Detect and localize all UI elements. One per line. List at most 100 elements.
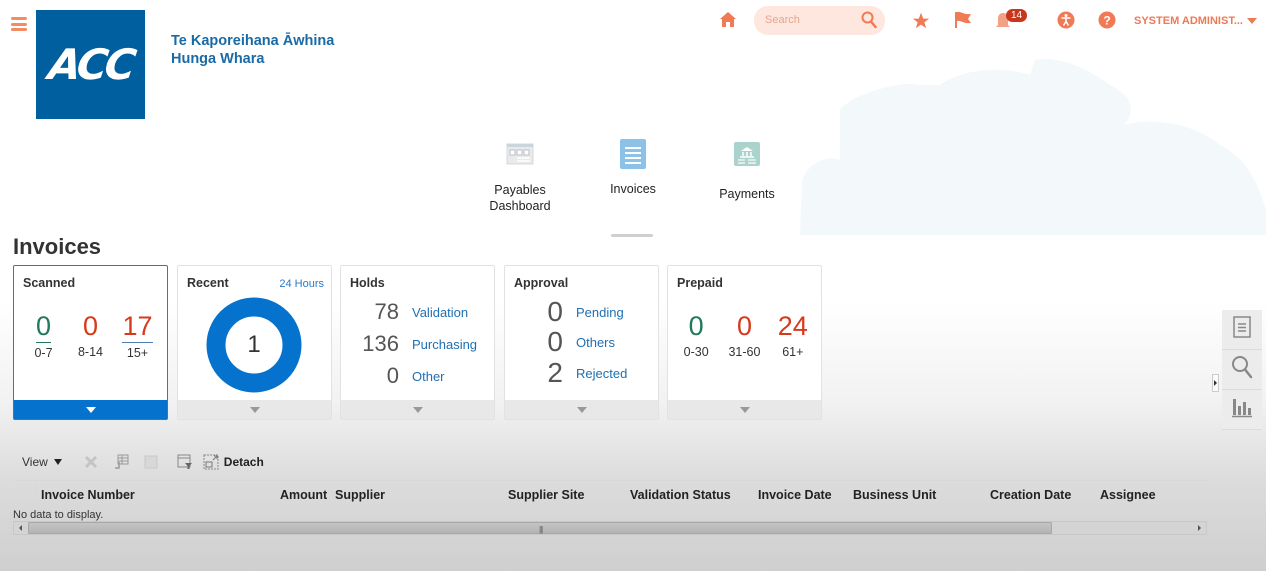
detach-icon[interactable] xyxy=(202,453,220,471)
bucket-value[interactable]: 0 xyxy=(737,310,752,342)
column-header[interactable]: Assignee xyxy=(1100,488,1156,502)
nav-label-line1: Invoices xyxy=(610,182,656,196)
table-header: Invoice Number Amount Supplier Supplier … xyxy=(13,480,1207,507)
chevron-down-icon xyxy=(249,406,260,413)
row-link[interactable]: Purchasing xyxy=(412,337,477,352)
card-recent[interactable]: Recent 24 Hours 1 xyxy=(177,265,332,420)
column-header[interactable]: Amount xyxy=(280,488,327,502)
scroll-right-icon[interactable] xyxy=(1198,525,1201,531)
nav-label-line2: Dashboard xyxy=(489,199,551,213)
bucket-value[interactable]: 0 xyxy=(83,310,98,342)
age-bucket[interactable]: 24 61+ xyxy=(771,310,815,359)
row-value: 2 xyxy=(547,357,563,388)
page-title: Invoices xyxy=(13,234,102,259)
reports-button[interactable] xyxy=(1222,390,1262,430)
nav-payables-dashboard[interactable]: Payables Dashboard xyxy=(480,140,560,214)
scroll-left-icon[interactable] xyxy=(19,525,22,531)
menu-icon[interactable] xyxy=(11,17,27,31)
detach-button[interactable]: Detach xyxy=(224,455,264,469)
row-value: 78 xyxy=(374,299,399,324)
svg-text:?: ? xyxy=(1103,14,1110,28)
freeze-columns-icon[interactable] xyxy=(112,453,130,471)
tasks-button[interactable] xyxy=(1222,310,1262,350)
background-cloud-decoration xyxy=(800,59,1266,235)
view-menu-button[interactable]: View xyxy=(22,455,62,469)
logo-text: ACC xyxy=(45,40,136,89)
card-title: Prepaid xyxy=(677,276,723,290)
approval-row[interactable]: 0 Pending xyxy=(505,296,658,327)
chevron-down-icon xyxy=(739,406,750,413)
bucket-label: 0-30 xyxy=(683,345,709,359)
horizontal-scrollbar[interactable]: ||| xyxy=(13,521,1207,535)
card-expand-button[interactable] xyxy=(178,400,331,419)
delete-icon[interactable] xyxy=(82,453,100,471)
card-title: Scanned xyxy=(23,276,76,290)
accessibility-icon[interactable] xyxy=(1057,11,1075,34)
search-icon xyxy=(1231,355,1253,384)
card-prepaid[interactable]: Prepaid 0 0-30 0 31-60 24 61+ xyxy=(667,265,822,420)
column-header[interactable]: Supplier xyxy=(335,488,385,502)
holds-row[interactable]: 78 Validation xyxy=(341,297,494,327)
bucket-label: 8-14 xyxy=(77,345,104,359)
age-bucket[interactable]: 0 0-7 xyxy=(22,310,66,360)
column-header[interactable]: Validation Status xyxy=(630,488,731,502)
card-expand-button[interactable] xyxy=(14,400,167,419)
column-header[interactable]: Business Unit xyxy=(853,488,936,502)
side-panel xyxy=(1222,310,1262,430)
card-expand-button[interactable] xyxy=(668,400,821,419)
age-bucket[interactable]: 0 0-30 xyxy=(674,310,718,359)
column-header[interactable]: Creation Date xyxy=(990,488,1071,502)
search-panel-button[interactable] xyxy=(1222,350,1262,390)
column-header[interactable]: Invoice Date xyxy=(758,488,832,502)
search-icon[interactable] xyxy=(861,11,877,34)
scrollbar-thumb[interactable]: ||| xyxy=(28,522,1052,534)
flag-icon[interactable] xyxy=(954,11,973,34)
search-input[interactable] xyxy=(765,14,855,26)
help-icon[interactable]: ? xyxy=(1098,11,1116,34)
nav-invoices[interactable]: Invoices xyxy=(593,138,673,197)
acc-logo[interactable]: ACC xyxy=(36,10,145,119)
row-link[interactable]: Pending xyxy=(576,305,624,320)
card-expand-button[interactable] xyxy=(505,400,658,419)
user-name: SYSTEM ADMINIST... xyxy=(1134,15,1243,27)
brand-line-2: Hunga Whara xyxy=(171,51,265,67)
chevron-down-icon xyxy=(53,459,62,465)
holds-row[interactable]: 136 Purchasing xyxy=(341,329,494,359)
row-link[interactable]: Other xyxy=(412,369,445,384)
bucket-label: 15+ xyxy=(126,346,149,360)
nav-payments[interactable]: Payments xyxy=(707,141,787,202)
card-expand-button[interactable] xyxy=(341,400,494,419)
row-link[interactable]: Validation xyxy=(412,305,468,320)
approval-row[interactable]: 0 Others xyxy=(505,326,658,357)
home-icon[interactable] xyxy=(719,11,737,33)
card-scanned[interactable]: Scanned 0 0-7 0 8-14 17 15+ xyxy=(13,265,168,420)
bucket-value[interactable]: 0 xyxy=(689,310,704,342)
age-bucket[interactable]: 0 8-14 xyxy=(69,310,113,360)
card-holds[interactable]: Holds 78 Validation 136 Purchasing 0 Oth… xyxy=(340,265,495,420)
holds-row[interactable]: 0 Other xyxy=(341,361,494,391)
bucket-value[interactable]: 17 xyxy=(122,310,153,343)
column-header[interactable]: Invoice Number xyxy=(41,488,135,502)
bucket-value[interactable]: 0 xyxy=(35,310,52,343)
side-panel-toggle[interactable] xyxy=(1212,374,1219,392)
wrap-icon[interactable] xyxy=(142,453,160,471)
query-by-example-icon[interactable] xyxy=(176,453,194,471)
approval-row[interactable]: 2 Rejected xyxy=(505,357,658,388)
brand-line-1: Te Kaporeihana Āwhina xyxy=(171,33,335,49)
period-link[interactable]: 24 Hours xyxy=(279,278,324,290)
global-search[interactable] xyxy=(754,6,885,35)
age-bucket[interactable]: 17 15+ xyxy=(116,310,160,360)
card-approval[interactable]: Approval 0 Pending 0 Others 2 Rejected xyxy=(504,265,659,420)
nav-scroll-indicator[interactable] xyxy=(611,234,653,237)
age-bucket[interactable]: 0 31-60 xyxy=(722,310,766,359)
row-link[interactable]: Rejected xyxy=(576,366,627,381)
nav-label-line1: Payments xyxy=(719,187,775,201)
favorites-star-icon[interactable] xyxy=(912,12,930,34)
notifications-badge[interactable]: 14 xyxy=(1006,9,1028,22)
row-link[interactable]: Others xyxy=(576,335,615,350)
bucket-value[interactable]: 24 xyxy=(778,310,808,342)
row-value: 0 xyxy=(547,296,563,327)
user-menu[interactable]: SYSTEM ADMINIST... xyxy=(1134,15,1257,27)
recent-count[interactable]: 1 xyxy=(206,297,302,393)
column-header[interactable]: Supplier Site xyxy=(508,488,584,502)
